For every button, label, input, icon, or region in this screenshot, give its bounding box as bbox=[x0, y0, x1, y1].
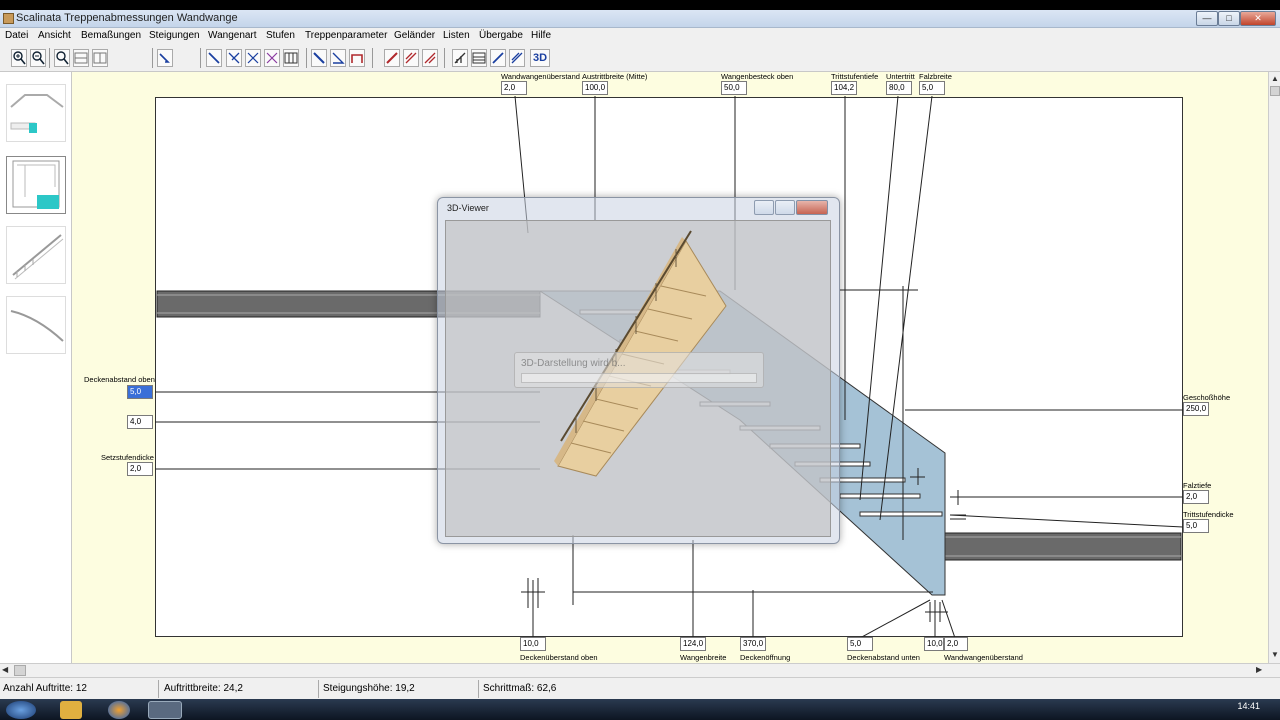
field-deckenabstand-unten[interactable]: 5,0 bbox=[847, 637, 873, 651]
label-falztiefe: Falztiefe bbox=[1183, 481, 1212, 490]
label-trittstufentiefe: Trittstufentiefe bbox=[831, 72, 879, 81]
label-falzbreite: Falzbreite bbox=[919, 72, 952, 81]
status-bar: Anzahl Auftritte: 12 Auftrittbreite: 24,… bbox=[0, 677, 1280, 699]
vertical-scrollbar[interactable]: ▲ ▼ bbox=[1268, 72, 1280, 663]
viewer-close-button[interactable] bbox=[796, 200, 828, 215]
viewer-title: 3D-Viewer bbox=[447, 203, 489, 213]
label-untertritt: Untertritt bbox=[886, 72, 915, 81]
render-progress-text: 3D-Darstellung wird b... bbox=[521, 358, 626, 369]
label-geschosshoehe: Geschoßhöhe bbox=[1183, 393, 1231, 402]
viewer-maximize-button[interactable] bbox=[775, 200, 795, 215]
field-trittstufendicke[interactable]: 5,0 bbox=[1183, 519, 1209, 533]
taskbar-clock: 14:41 bbox=[1237, 701, 1260, 711]
status-steigungshoehe: Steigungshöhe: 19,2 bbox=[323, 683, 415, 694]
vertical-scroll-thumb[interactable] bbox=[1270, 86, 1280, 96]
field-wandwangenueberstand-top[interactable]: 2,0 bbox=[501, 81, 527, 95]
field-deckenueberstand-oben[interactable]: 10,0 bbox=[520, 637, 546, 651]
label-deckenoeffnung: Deckenöffnung bbox=[740, 653, 791, 662]
label-deckenabstand-oben: Deckenabstand oben bbox=[84, 375, 155, 384]
step bbox=[859, 511, 943, 517]
field-setzstufendicke[interactable]: 2,0 bbox=[127, 462, 153, 476]
label-wandwangenueberstand-bottom: Wandwangenüberstand bbox=[944, 653, 1023, 662]
label-wangenbreite: Wangenbreite bbox=[680, 653, 727, 662]
label-trittstufendicke: Trittstufendicke bbox=[1183, 510, 1234, 519]
field-deckenabstand-oben[interactable]: 5,0 bbox=[127, 385, 153, 399]
scroll-right-icon[interactable]: ▶ bbox=[1256, 665, 1262, 674]
field-untertritt[interactable]: 80,0 bbox=[886, 81, 912, 95]
field-wangenbreite[interactable]: 124,0 bbox=[680, 637, 706, 651]
status-auftrittbreite: Auftrittbreite: 24,2 bbox=[164, 683, 243, 694]
field-deckenoeffnung[interactable]: 370,0 bbox=[740, 637, 766, 651]
label-deckenabstand-unten: Deckenabstand unten bbox=[847, 653, 920, 662]
label-austrittbreite: Austrittbreite (Mitte) bbox=[582, 72, 648, 81]
render-progress-dialog: 3D-Darstellung wird b... bbox=[514, 352, 764, 388]
field-austrittbreite[interactable]: 100,0 bbox=[582, 81, 608, 95]
label-deckenueberstand-oben: Deckenüberstand oben bbox=[520, 653, 598, 662]
render-progress-bar bbox=[521, 373, 757, 383]
explorer-taskbar-icon[interactable] bbox=[60, 701, 82, 719]
field-trittstufentiefe[interactable]: 104,2 bbox=[831, 81, 857, 95]
field-wangenbesteck-oben[interactable]: 50,0 bbox=[721, 81, 747, 95]
start-button-icon[interactable] bbox=[6, 701, 36, 719]
field-wandwangenueberstand-bottom[interactable]: 2,0 bbox=[944, 637, 968, 651]
step bbox=[839, 493, 921, 499]
horizontal-scroll-thumb[interactable] bbox=[14, 665, 26, 676]
field-falztiefe[interactable]: 2,0 bbox=[1183, 490, 1209, 504]
label-wangenbesteck-oben: Wangenbesteck oben bbox=[721, 72, 794, 81]
scalinata-taskbar-icon[interactable] bbox=[148, 701, 182, 719]
horizontal-scrollbar[interactable]: ◀ ▶ bbox=[0, 663, 1280, 677]
field-unlabeled-bottom[interactable]: 10,0 bbox=[924, 637, 944, 651]
label-wandwangenueberstand-top: Wandwangenüberstand bbox=[501, 72, 580, 81]
field-falzbreite[interactable]: 5,0 bbox=[919, 81, 945, 95]
taskbar: 14:41 bbox=[0, 699, 1280, 720]
label-setzstufendicke: Setzstufendicke bbox=[101, 453, 154, 462]
scroll-down-icon[interactable]: ▼ bbox=[1271, 650, 1279, 659]
status-anzahl-auftritte: Anzahl Auftritte: 12 bbox=[3, 683, 87, 694]
scroll-up-icon[interactable]: ▲ bbox=[1271, 74, 1279, 83]
viewer-minimize-button[interactable] bbox=[754, 200, 774, 215]
field-unlabeled-left[interactable]: 4,0 bbox=[127, 415, 153, 429]
status-schrittmass: Schrittmaß: 62,6 bbox=[483, 683, 557, 694]
scroll-left-icon[interactable]: ◀ bbox=[2, 665, 8, 674]
browser-taskbar-icon[interactable] bbox=[108, 701, 130, 719]
field-geschosshoehe[interactable]: 250,0 bbox=[1183, 402, 1209, 416]
